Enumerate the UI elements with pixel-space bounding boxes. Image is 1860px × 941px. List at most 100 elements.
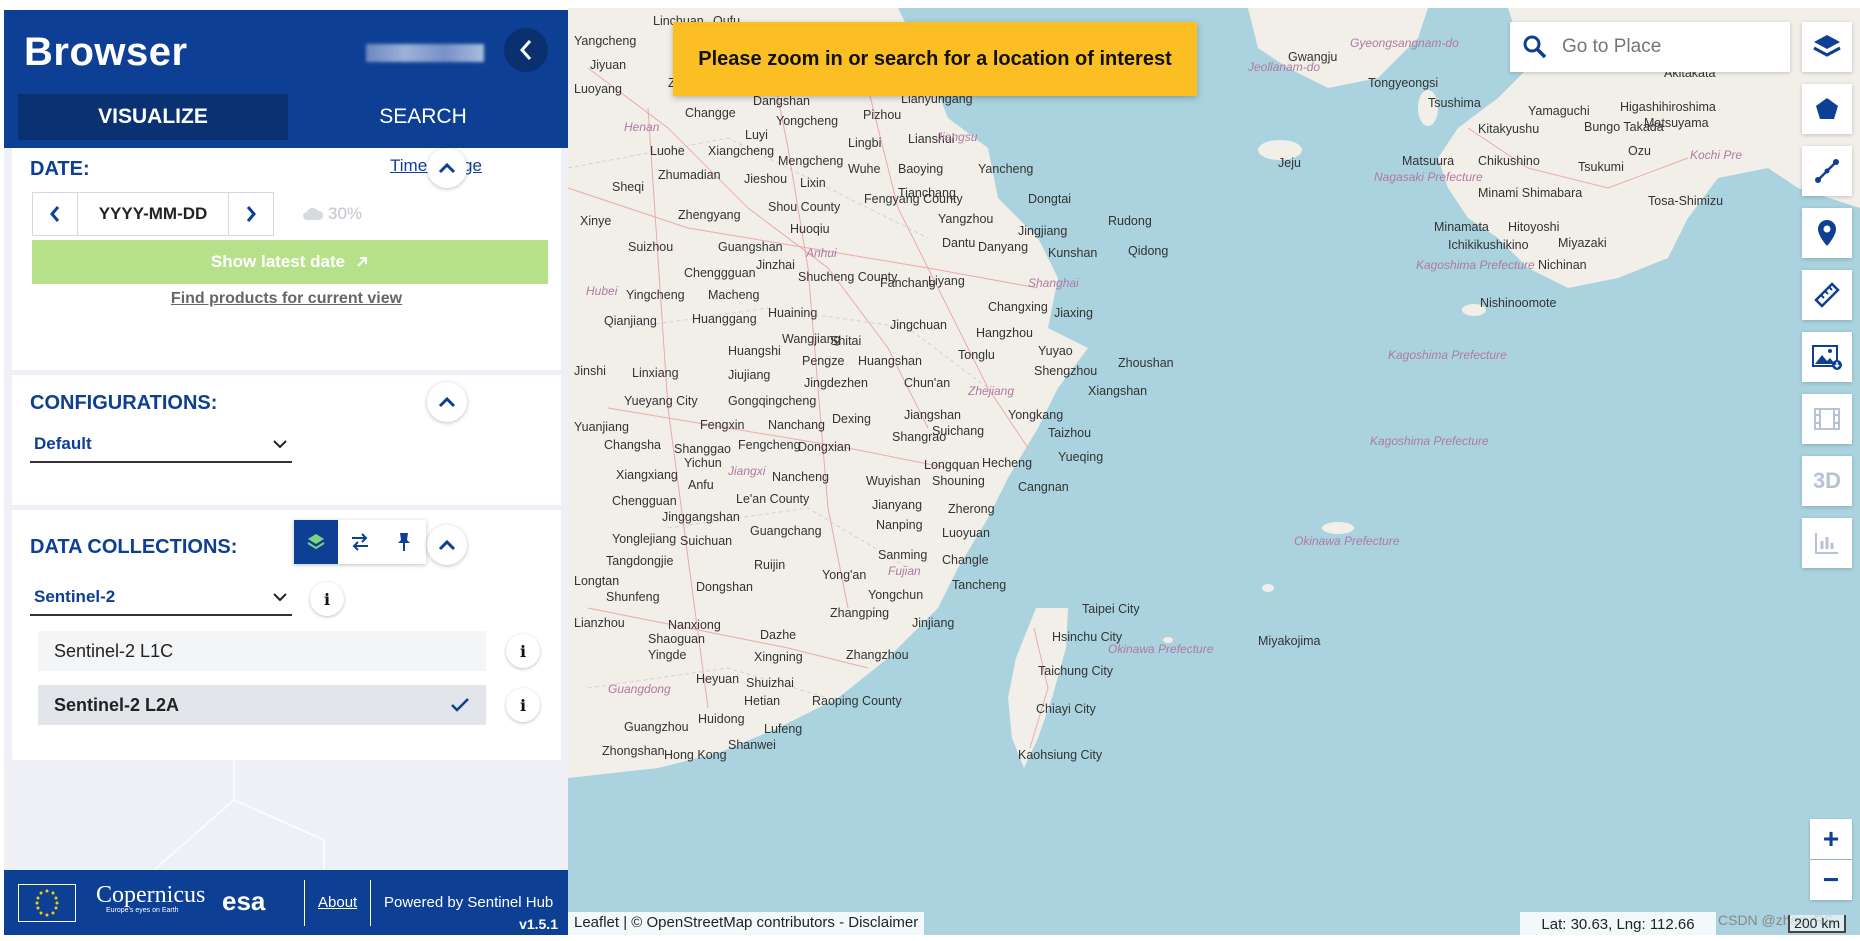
layers-icon xyxy=(307,534,325,550)
map-region-label: Okinawa Prefecture xyxy=(1294,534,1400,548)
previous-date-button[interactable] xyxy=(33,193,77,235)
collapse-sidebar-button[interactable] xyxy=(504,28,548,72)
image-download-button[interactable] xyxy=(1802,332,1852,382)
about-link[interactable]: About xyxy=(318,894,357,911)
tab-visualize[interactable]: VISUALIZE xyxy=(18,94,288,140)
layers-button[interactable] xyxy=(1802,22,1852,72)
pin-icon xyxy=(398,533,410,551)
map-city-label: Huangshi xyxy=(728,344,781,358)
map-city-label: Mengcheng xyxy=(778,154,844,168)
collection-l2a-info-button[interactable]: i xyxy=(506,688,540,722)
map-city-label: Tsukumi xyxy=(1578,160,1624,174)
map-region-label: Jeollanam-do xyxy=(1248,60,1321,74)
configuration-value: Default xyxy=(34,434,92,453)
image-download-icon xyxy=(1812,345,1842,370)
map-city-label: Dangshan xyxy=(753,94,810,108)
map-city-label: Dazhe xyxy=(760,628,797,642)
zoom-in-button[interactable]: + xyxy=(1810,819,1852,859)
collapse-date-button[interactable] xyxy=(427,148,467,188)
map-city-label: Xiangcheng xyxy=(708,144,775,158)
map-city-label: Tancheng xyxy=(952,578,1007,592)
map-attribution[interactable]: Leaflet | © OpenStreetMap contributors -… xyxy=(568,912,925,936)
map-city-label: Jinggangshan xyxy=(662,510,740,524)
date-input[interactable]: YYYY-MM-DD xyxy=(77,193,229,235)
measure-button[interactable] xyxy=(1802,270,1852,320)
configuration-select[interactable]: Default xyxy=(30,427,292,463)
show-latest-date-label: Show latest date xyxy=(210,252,346,271)
app-root: Browser VISUALIZE SEARCH DATE: Time Rang… xyxy=(0,0,1860,941)
map-city-label: Lianzhou xyxy=(574,616,625,630)
map-city-label: Matsuura xyxy=(1402,154,1455,168)
map-city-label: Sanming xyxy=(878,548,928,562)
cloud-coverage-control[interactable]: 30% xyxy=(302,204,362,224)
map-region-label: Kochi Pre xyxy=(1690,148,1743,162)
map-city-label: Zhengyang xyxy=(678,208,741,222)
map-city-label: Nanchang xyxy=(768,418,825,432)
map-city-label: Yuanjiang xyxy=(574,420,629,434)
chevron-down-icon xyxy=(273,593,287,602)
map-city-label: Minamata xyxy=(1434,220,1489,234)
map-city-label: Yueqing xyxy=(1058,450,1104,464)
find-products-link[interactable]: Find products for current view xyxy=(12,290,561,308)
show-latest-date-button[interactable]: Show latest date xyxy=(32,240,548,284)
draw-polygon-button[interactable] xyxy=(1802,84,1852,134)
draw-line-button[interactable] xyxy=(1802,146,1852,196)
tab-search[interactable]: SEARCH xyxy=(288,94,558,140)
map-city-label: Danyang xyxy=(978,240,1029,254)
chevron-up-icon xyxy=(438,162,456,174)
map-scale: 200 km xyxy=(1720,912,1852,936)
map-city-label: Changsha xyxy=(604,438,661,452)
place-marker-button[interactable] xyxy=(1802,208,1852,258)
3d-view-button[interactable]: 3D xyxy=(1802,456,1852,506)
map-city-label: Chiayi City xyxy=(1036,702,1096,716)
next-date-button[interactable] xyxy=(229,193,273,235)
collection-item-l2a[interactable]: Sentinel-2 L2A xyxy=(38,685,486,725)
scale-bar-label: 200 km xyxy=(1788,915,1846,933)
place-search-box[interactable] xyxy=(1510,22,1790,72)
collapse-data-collections-button[interactable] xyxy=(427,525,467,565)
map-city-label: Jingjiang xyxy=(1018,224,1068,238)
map-city-label: Yongkang xyxy=(1008,408,1064,422)
map-city-label: Ozu xyxy=(1628,144,1651,158)
data-collections-section: DATA COLLECTIONS: Sentinel-2 i Sentinel-… xyxy=(12,510,561,760)
pin-mode-button[interactable] xyxy=(382,520,426,564)
zoom-out-button[interactable]: − xyxy=(1810,860,1852,900)
map-region-label: Jiangxi xyxy=(728,464,766,478)
layers-mode-button[interactable] xyxy=(294,520,338,564)
map-city-label: Zhongshan xyxy=(602,744,665,758)
map-city-label: Miyakojima xyxy=(1258,634,1321,648)
map-region-label: Hubei xyxy=(586,284,618,298)
map-city-label: Yueyang City xyxy=(624,394,698,408)
map-city-label: Luohe xyxy=(650,144,685,158)
map-region-label: Shanghai xyxy=(1028,276,1079,290)
map-city-label: Yongcheng xyxy=(776,114,839,128)
statistics-button[interactable] xyxy=(1802,518,1852,568)
map-city-label: Yonglejiang xyxy=(612,532,677,546)
map-city-label: Luoyang xyxy=(574,82,622,96)
collapse-configurations-button[interactable] xyxy=(427,382,467,422)
collection-item-l1c[interactable]: Sentinel-2 L1C xyxy=(38,631,486,671)
map-city-label: Yuyao xyxy=(1038,344,1073,358)
3d-icon: 3D xyxy=(1812,468,1842,493)
place-search-input[interactable] xyxy=(1562,36,1762,58)
map-city-label: Yingcheng xyxy=(626,288,685,302)
map-view[interactable]: LinchuanQufuYangchengJiyuanZhengzhouLuoy… xyxy=(568,8,1860,935)
map-region-label: Guangdong xyxy=(608,682,671,696)
powered-by-text: Powered by Sentinel Hub xyxy=(384,894,554,911)
polygon-icon xyxy=(1816,98,1838,119)
data-collection-select[interactable]: Sentinel-2 xyxy=(30,580,292,616)
map-city-label: Taichung City xyxy=(1038,664,1114,678)
map-region-label: Gyeongsangnam-do xyxy=(1350,36,1459,50)
collection-l1c-info-button[interactable]: i xyxy=(506,634,540,668)
arrow-up-right-icon xyxy=(357,257,368,267)
compare-mode-button[interactable] xyxy=(338,520,382,564)
map-city-label: Shangrao xyxy=(892,430,947,444)
copernicus-logo: Copernicus Europe's eyes on Earth xyxy=(96,882,206,914)
data-collection-info-button[interactable]: i xyxy=(310,582,344,616)
map-city-label: Jingdezhen xyxy=(804,376,868,390)
map-city-label: Jinshi xyxy=(574,364,606,378)
timelapse-button[interactable] xyxy=(1802,394,1852,444)
map-city-label: Jieshou xyxy=(744,172,788,186)
map-city-label: Jianyang xyxy=(872,498,923,512)
map-city-label: Wuhe xyxy=(848,162,881,176)
